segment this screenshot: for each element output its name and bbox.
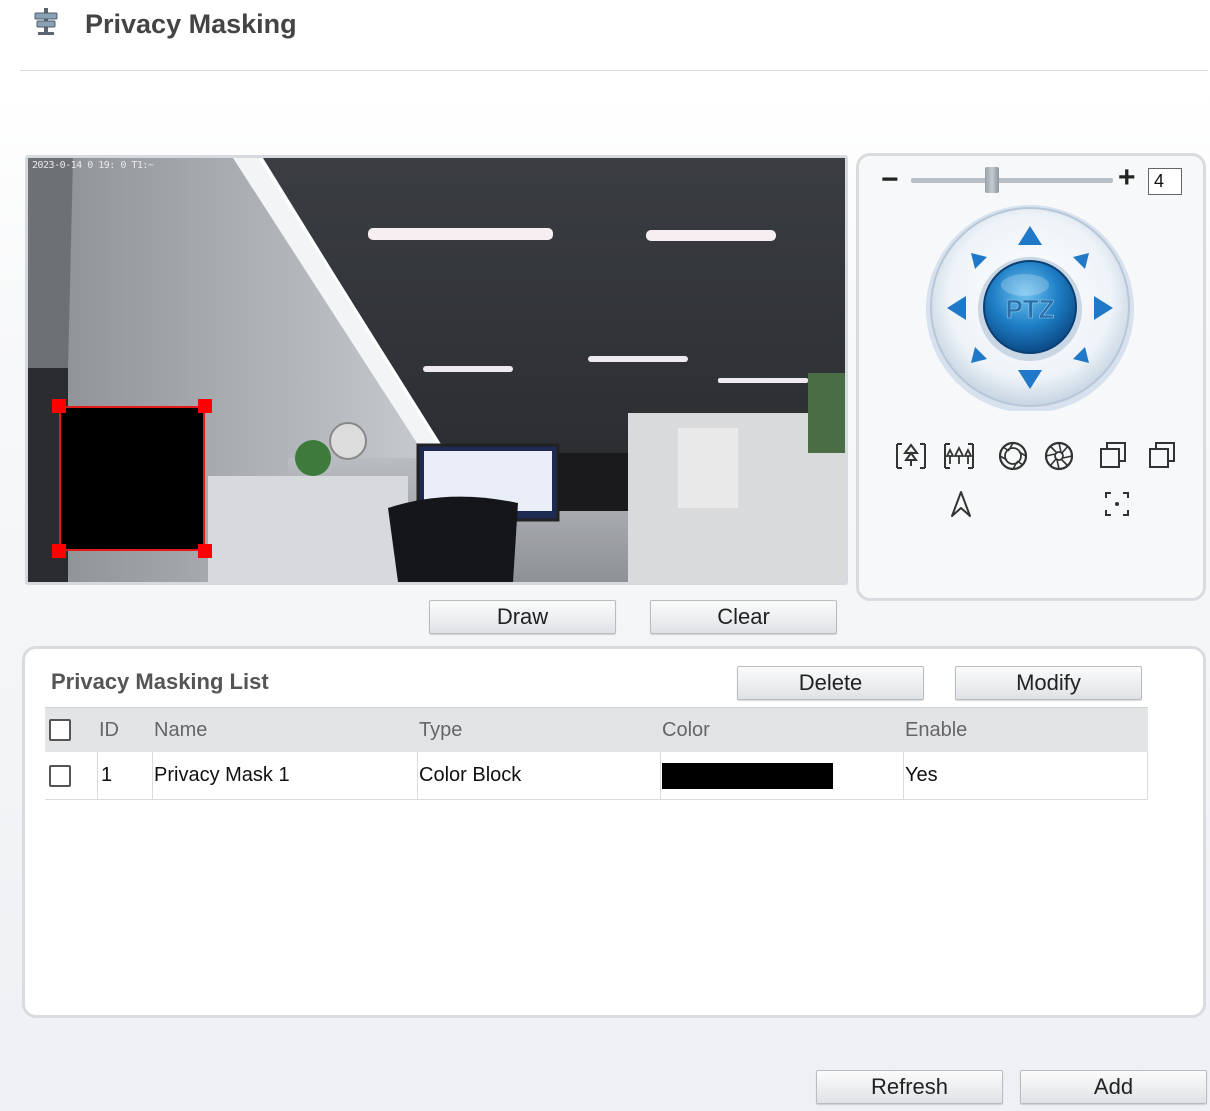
delete-button[interactable]: Delete: [737, 666, 924, 700]
auto-focus-icon[interactable]: [943, 486, 979, 522]
column-header-name[interactable]: Name: [152, 708, 417, 752]
3d-positioning-icon[interactable]: [1099, 486, 1135, 522]
zoom-in-icon[interactable]: [893, 438, 929, 474]
select-all-checkbox[interactable]: [49, 719, 71, 741]
cell-type: Color Block: [419, 764, 522, 786]
color-swatch: [662, 762, 833, 789]
mask-resize-handle[interactable]: [52, 399, 66, 413]
add-button[interactable]: Add: [1020, 1070, 1207, 1104]
iris-close-icon[interactable]: [1041, 438, 1077, 474]
list-title: Privacy Masking List: [51, 669, 269, 694]
ptz-center-label: PTZ: [1005, 294, 1054, 324]
page-header: Privacy Masking: [0, 0, 1210, 72]
mask-resize-handle[interactable]: [52, 544, 66, 558]
row-checkbox[interactable]: [49, 764, 71, 787]
mask-resize-handle[interactable]: [198, 544, 212, 558]
cell-name: Privacy Mask 1: [154, 764, 290, 786]
header-divider: [20, 70, 1208, 71]
column-header-type[interactable]: Type: [417, 708, 659, 752]
mask-resize-handle[interactable]: [198, 399, 212, 413]
cell-id: 1: [101, 764, 113, 786]
ptz-speed-slider[interactable]: [911, 178, 1113, 183]
zoom-decrease-button[interactable]: −: [881, 165, 899, 195]
privacy-mask-list-panel: Privacy Masking List Delete Modify ID Na…: [22, 646, 1206, 1018]
draw-button[interactable]: Draw: [429, 600, 616, 634]
cell-enable: Yes: [905, 764, 938, 786]
ptz-speed-value[interactable]: 4: [1148, 168, 1182, 195]
ptz-control-panel: − + 4 PTZ: [856, 153, 1206, 601]
ptz-speed-slider-thumb[interactable]: [984, 167, 999, 193]
cell-color: [660, 752, 902, 799]
focus-far-icon[interactable]: [1145, 438, 1181, 474]
ptz-joystick[interactable]: PTZ: [917, 201, 1143, 411]
modify-button[interactable]: Modify: [955, 666, 1142, 700]
column-header-color[interactable]: Color: [660, 708, 902, 752]
focus-near-icon[interactable]: [1096, 438, 1132, 474]
zoom-increase-button[interactable]: +: [1118, 162, 1136, 194]
column-header-enable[interactable]: Enable: [903, 708, 1148, 752]
zoom-out-icon[interactable]: [941, 438, 977, 474]
video-preview[interactable]: 2023-0-14 0 19: 0 T1:~: [25, 155, 848, 585]
osd-timestamp: 2023-0-14 0 19: 0 T1:~: [32, 160, 154, 171]
table-row[interactable]: 1 Privacy Mask 1 Color Block Yes: [45, 752, 1148, 800]
privacy-mask-region[interactable]: [59, 406, 205, 551]
iris-open-icon[interactable]: [995, 438, 1031, 474]
select-all-cell: [47, 708, 97, 752]
row-select-cell: [47, 752, 97, 799]
table-header: ID Name Type Color Enable: [45, 707, 1148, 752]
clear-button[interactable]: Clear: [650, 600, 837, 634]
column-header-id[interactable]: ID: [97, 708, 152, 752]
page-title: Privacy Masking: [85, 9, 297, 39]
privacy-masking-icon: [34, 8, 58, 35]
refresh-button[interactable]: Refresh: [816, 1070, 1003, 1104]
